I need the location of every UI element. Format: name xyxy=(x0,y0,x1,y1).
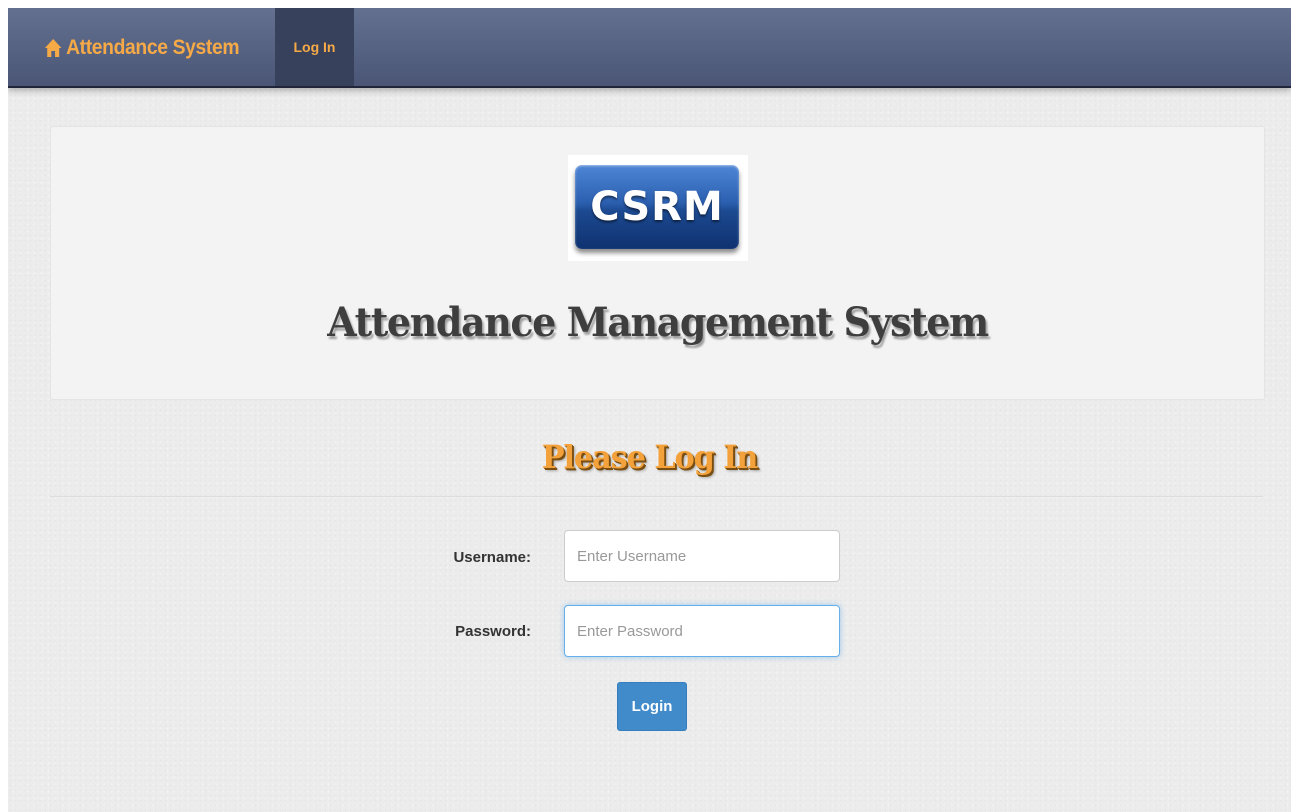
home-icon xyxy=(44,38,62,58)
logo-text: CSRM xyxy=(590,184,724,230)
login-heading: Please Log In xyxy=(541,438,759,476)
top-navbar: Attendance System Log In xyxy=(8,8,1291,88)
brand-label: Attendance System xyxy=(66,36,240,59)
header-jumbotron: CSRM Attendance Management System xyxy=(50,126,1265,400)
nav-login-link[interactable]: Log In xyxy=(275,8,354,86)
password-label: Password: xyxy=(455,623,531,640)
password-input[interactable] xyxy=(564,605,840,657)
brand-link[interactable]: Attendance System xyxy=(44,35,240,61)
logo-badge: CSRM xyxy=(575,165,739,249)
page: Attendance System Log In CSRM Attendance… xyxy=(8,8,1291,812)
page-title: Attendance Management System xyxy=(327,299,989,346)
login-button[interactable]: Login xyxy=(617,682,687,731)
username-input[interactable] xyxy=(564,530,840,582)
csrm-logo: CSRM xyxy=(568,155,748,261)
username-label: Username: xyxy=(453,549,531,566)
divider xyxy=(50,496,1263,497)
